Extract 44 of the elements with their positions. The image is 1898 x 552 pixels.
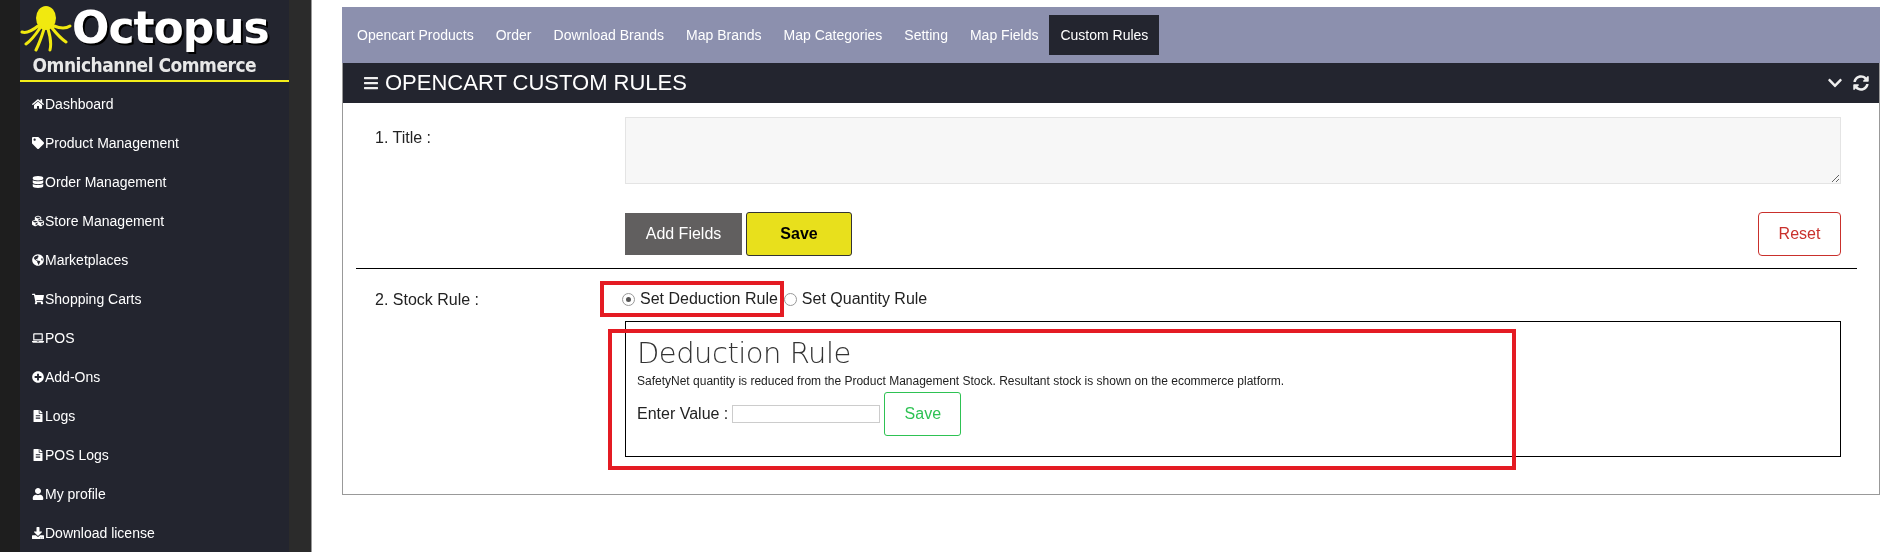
sidebar-item[interactable]: My profile — [20, 474, 289, 513]
document-icon — [32, 409, 44, 422]
radio-label: Set Quantity Rule — [801, 290, 928, 308]
field-label: 2. Stock Rule : — [375, 290, 481, 310]
radio-button[interactable] — [622, 292, 635, 306]
tab[interactable]: Custom Rules — [1049, 15, 1160, 55]
sidebar-item[interactable]: POS Logs — [20, 435, 289, 474]
cart-icon — [32, 292, 44, 305]
sidebar-item[interactable]: Store Management — [20, 201, 289, 240]
radio-label: Set Deduction Rule — [640, 290, 778, 308]
radio-option[interactable]: Set Deduction Rule — [600, 281, 784, 317]
value-field[interactable] — [732, 405, 881, 423]
save-button[interactable]: Save — [746, 212, 852, 256]
sidebar-item[interactable]: Marketplaces — [20, 240, 289, 279]
sidebar-item[interactable]: Product Management — [20, 123, 289, 162]
value-label: Enter Value : — [637, 405, 729, 423]
document-icon — [32, 448, 44, 461]
laptop-icon — [32, 331, 44, 344]
sidebar-item[interactable]: Shopping Carts — [20, 279, 289, 318]
sidebar-item[interactable]: Order Management — [20, 162, 289, 201]
sidebar-item[interactable]: Add-Ons — [20, 357, 289, 396]
download-icon — [32, 526, 44, 539]
reset-button[interactable]: Reset — [1758, 212, 1841, 256]
add-fields-button[interactable]: Add Fields — [625, 213, 742, 255]
globe-icon — [32, 253, 44, 266]
refresh-icon[interactable] — [1853, 75, 1869, 91]
octopus-icon — [20, 4, 72, 52]
tag-icon — [32, 136, 44, 149]
sidebar-item[interactable]: Logs — [20, 396, 289, 435]
cubes-icon — [32, 214, 44, 227]
field-label: 1. Title : — [375, 128, 433, 148]
user-icon — [32, 487, 44, 500]
sidebar-item[interactable]: Dashboard — [20, 84, 289, 123]
rule-title: Deduction Rule — [637, 336, 852, 370]
menu-icon[interactable] — [363, 75, 379, 91]
sidebar-item[interactable]: Download license — [20, 513, 289, 552]
panel-title: OPENCART CUSTOM RULES — [385, 70, 688, 96]
title-field[interactable] — [625, 117, 1841, 184]
home-icon — [32, 97, 44, 110]
logo-subtitle: Omnichannel Commerce — [32, 54, 257, 76]
sidebar-item[interactable]: POS — [20, 318, 289, 357]
logo-title: Octopus — [72, 6, 269, 50]
rule-description: SafetyNet quantity is reduced from the Product Management Stock. Resultant stock is shown on the ecommerce platform. — [637, 374, 1285, 388]
database-icon — [32, 175, 44, 188]
